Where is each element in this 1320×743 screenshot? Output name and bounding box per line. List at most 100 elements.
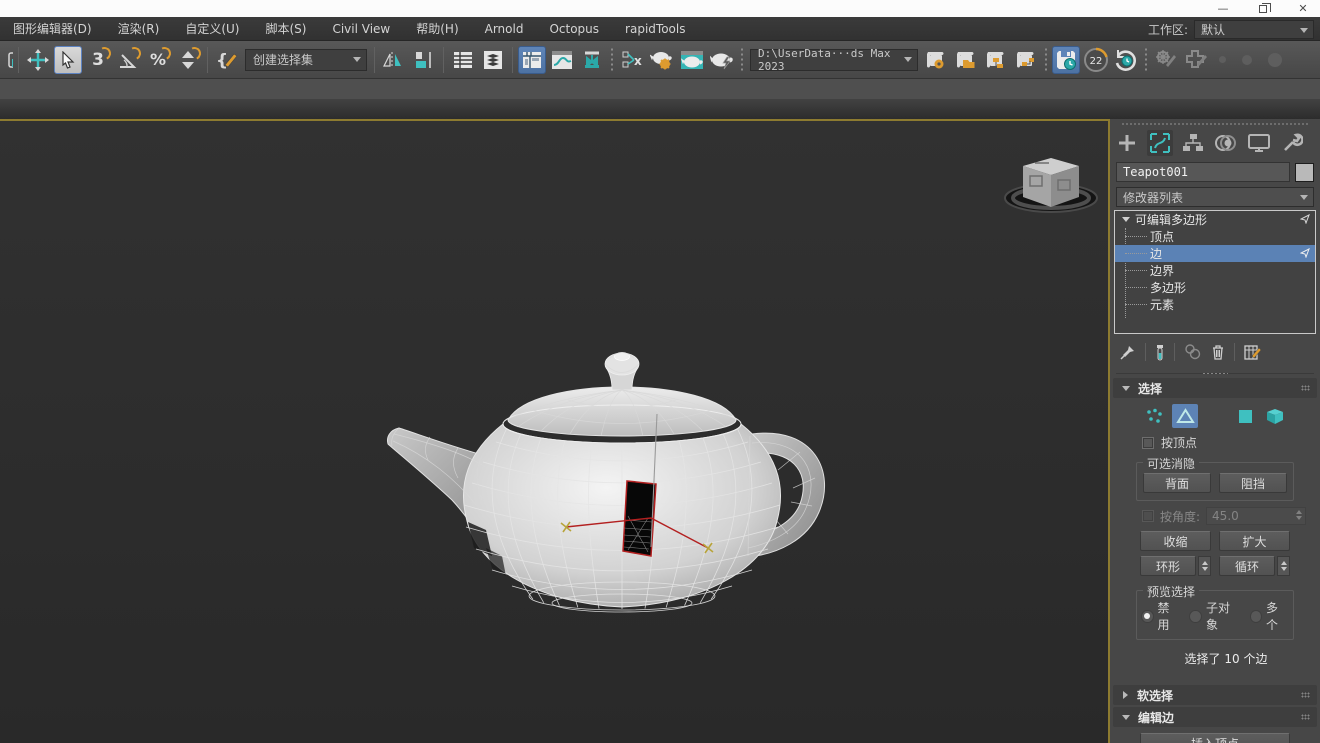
script-hierarchy-icon[interactable] bbox=[982, 46, 1010, 74]
grow-button[interactable]: 扩大 bbox=[1219, 531, 1290, 551]
3dsmax-window: — ✕ 图形编辑器(D) 渲染(R) 自定义(U) 脚本(S) Civil Vi… bbox=[0, 0, 1320, 743]
tab-modify[interactable] bbox=[1147, 130, 1173, 156]
scene-explorer-icon[interactable] bbox=[449, 46, 477, 74]
tab-hierarchy[interactable] bbox=[1180, 130, 1206, 156]
align-icon[interactable] bbox=[410, 46, 438, 74]
backface-button[interactable]: 背面 bbox=[1143, 473, 1211, 493]
perspective-viewport[interactable] bbox=[0, 119, 1110, 743]
restore-button[interactable] bbox=[1246, 0, 1280, 17]
menu-arnold[interactable]: Arnold bbox=[472, 17, 537, 41]
ring-spinner[interactable] bbox=[1198, 556, 1211, 576]
pin-stack-icon[interactable] bbox=[1120, 344, 1136, 360]
stack-row-element[interactable]: 元素 bbox=[1115, 296, 1315, 313]
snap-toggle-3d-icon[interactable]: 3 bbox=[84, 46, 112, 74]
stack-item-label: 边界 bbox=[1150, 262, 1174, 279]
preview-group-label: 预览选择 bbox=[1143, 583, 1199, 600]
curve-editor-icon[interactable] bbox=[548, 46, 576, 74]
stack-row-border[interactable]: 边界 bbox=[1115, 262, 1315, 279]
select-and-link-icon[interactable] bbox=[1, 46, 13, 74]
tab-create[interactable] bbox=[1114, 130, 1140, 156]
loop-button[interactable]: 循环 bbox=[1219, 556, 1275, 576]
undo-history-icon[interactable] bbox=[1112, 46, 1140, 74]
menu-civil-view[interactable]: Civil View bbox=[319, 17, 403, 41]
close-button[interactable]: ✕ bbox=[1286, 0, 1320, 17]
project-folder-dropdown[interactable]: D:\UserData···ds Max 2023 bbox=[750, 49, 918, 71]
stack-row-editable-poly[interactable]: 可编辑多边形 bbox=[1115, 211, 1315, 228]
insert-vertex-button[interactable]: 插入顶点 bbox=[1140, 733, 1290, 743]
chevron-down-icon bbox=[1300, 195, 1308, 200]
show-end-result-icon[interactable] bbox=[1155, 344, 1165, 361]
preview-subobject-label: 子对象 bbox=[1206, 599, 1241, 633]
stack-row-edge-selected[interactable]: 边 bbox=[1115, 245, 1315, 262]
modifier-list-dropdown[interactable]: 修改器列表 bbox=[1116, 187, 1314, 207]
tree-connector bbox=[1125, 270, 1147, 271]
by-angle-checkbox[interactable] bbox=[1142, 510, 1154, 522]
minimize-button[interactable]: — bbox=[1206, 0, 1240, 17]
edit-named-selection-sets-icon[interactable]: { bbox=[213, 46, 241, 74]
subobject-element-button[interactable] bbox=[1262, 404, 1288, 428]
render-setup-icon[interactable] bbox=[648, 46, 676, 74]
svg-text:x: x bbox=[634, 54, 642, 68]
shrink-button[interactable]: 收缩 bbox=[1140, 531, 1211, 551]
workspace-dropdown[interactable]: 默认 bbox=[1194, 20, 1314, 39]
subobject-polygon-button[interactable] bbox=[1232, 404, 1258, 428]
rendered-frame-window-icon[interactable] bbox=[678, 46, 706, 74]
script-nodes-icon[interactable] bbox=[1012, 46, 1040, 74]
svg-text:{: { bbox=[216, 51, 228, 70]
tab-motion[interactable] bbox=[1213, 130, 1239, 156]
rollout-edit-edges-header[interactable]: 编辑边 bbox=[1113, 707, 1317, 727]
particle-view-icon[interactable]: x bbox=[618, 46, 646, 74]
spinner-snap-icon[interactable] bbox=[174, 46, 202, 74]
select-object-button[interactable] bbox=[54, 46, 82, 74]
script-gear-icon[interactable] bbox=[922, 46, 950, 74]
angle-snap-icon[interactable] bbox=[114, 46, 142, 74]
menu-scripting[interactable]: 脚本(S) bbox=[252, 17, 319, 41]
rollout-soft-selection-header[interactable]: 软选择 bbox=[1113, 685, 1317, 705]
subobject-edge-button[interactable] bbox=[1172, 404, 1198, 428]
stack-row-polygon[interactable]: 多边形 bbox=[1115, 279, 1315, 296]
by-vertex-checkbox[interactable] bbox=[1142, 437, 1154, 449]
chevron-down-icon bbox=[353, 57, 361, 62]
occlude-button[interactable]: 阻挡 bbox=[1219, 473, 1287, 493]
layer-explorer-icon[interactable] bbox=[479, 46, 507, 74]
add-tool-icon-disabled bbox=[1182, 46, 1210, 74]
subobject-border-button[interactable] bbox=[1202, 404, 1228, 428]
render-production-icon[interactable] bbox=[708, 46, 736, 74]
expand-arrow-icon[interactable] bbox=[1122, 217, 1130, 222]
menu-octopus[interactable]: Octopus bbox=[536, 17, 612, 41]
menu-customize[interactable]: 自定义(U) bbox=[172, 17, 252, 41]
save-file-button[interactable] bbox=[1052, 46, 1080, 74]
separator bbox=[443, 47, 444, 73]
object-name-field[interactable]: Teapot001 bbox=[1116, 162, 1290, 182]
project-path-value: D:\UserData···ds Max 2023 bbox=[758, 47, 897, 73]
angle-spinner[interactable] bbox=[1296, 510, 1302, 520]
autobackup-countdown-icon[interactable]: 22 bbox=[1082, 46, 1110, 74]
preview-multiple-option[interactable]: 多个 bbox=[1250, 599, 1289, 633]
preview-disable-option[interactable]: 禁用 bbox=[1141, 599, 1180, 633]
script-folder-icon[interactable] bbox=[952, 46, 980, 74]
menu-rapidtools[interactable]: rapidTools bbox=[612, 17, 698, 41]
rollout-selection-header[interactable]: 选择 bbox=[1113, 378, 1317, 398]
menu-rendering[interactable]: 渲染(R) bbox=[105, 17, 173, 41]
configure-modifier-sets-icon[interactable] bbox=[1244, 344, 1261, 360]
menu-help[interactable]: 帮助(H) bbox=[403, 17, 471, 41]
mirror-icon[interactable] bbox=[380, 46, 408, 74]
named-selection-set-dropdown[interactable]: 创建选择集 bbox=[245, 49, 367, 71]
menu-graph-editors[interactable]: 图形编辑器(D) bbox=[0, 17, 105, 41]
tab-display[interactable] bbox=[1246, 130, 1272, 156]
remove-modifier-icon[interactable] bbox=[1211, 344, 1225, 360]
tab-utilities[interactable] bbox=[1279, 130, 1305, 156]
subobject-vertex-button[interactable] bbox=[1142, 404, 1168, 428]
ring-button[interactable]: 环形 bbox=[1140, 556, 1196, 576]
cull-group-label: 可选消隐 bbox=[1143, 455, 1199, 472]
percent-snap-icon[interactable]: % bbox=[144, 46, 172, 74]
preview-subobject-option[interactable]: 子对象 bbox=[1189, 599, 1240, 633]
loop-spinner[interactable] bbox=[1277, 556, 1290, 576]
stack-row-vertex[interactable]: 顶点 bbox=[1115, 228, 1315, 245]
angle-value-field[interactable]: 45.0 bbox=[1206, 507, 1306, 525]
object-color-swatch[interactable] bbox=[1295, 163, 1314, 182]
make-unique-icon bbox=[1184, 344, 1202, 360]
schematic-view-icon[interactable] bbox=[578, 46, 606, 74]
toggle-ribbon-button[interactable] bbox=[518, 46, 546, 74]
select-and-move-icon[interactable] bbox=[24, 46, 52, 74]
